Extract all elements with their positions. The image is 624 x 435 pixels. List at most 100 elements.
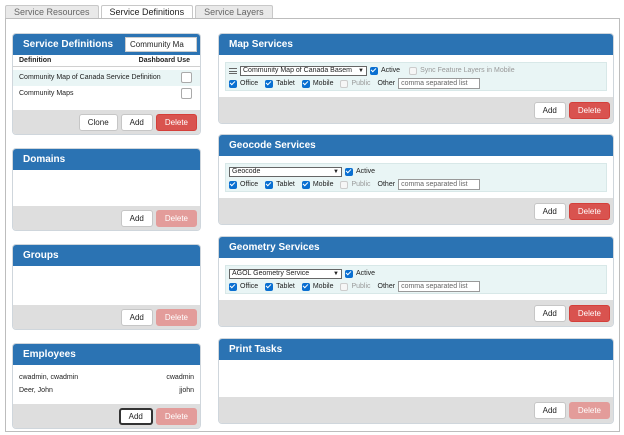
service-line-1: AGOL Geometry Service ▼ Active xyxy=(229,268,375,279)
active-checkbox[interactable] xyxy=(345,269,353,278)
panel-header: Map Services xyxy=(219,34,613,55)
tablet-checkbox[interactable] xyxy=(265,282,274,291)
list-item[interactable]: Deer, John jjohn xyxy=(13,384,200,397)
mobile-label: Mobile xyxy=(312,283,334,290)
geocode-services-panel: Geocode Services Geocode ▼ Active Office … xyxy=(218,134,614,225)
delete-button[interactable]: Delete xyxy=(155,113,197,131)
service-row: Geocode ▼ Active Office Tablet Mobile Pub… xyxy=(225,163,607,192)
domains-panel: Domains Add Delete xyxy=(12,148,201,231)
chevron-down-icon: ▼ xyxy=(358,67,364,74)
add-button[interactable]: Add xyxy=(118,407,153,425)
sync-checkbox[interactable] xyxy=(409,66,418,75)
definition-name: Community Maps xyxy=(19,90,74,97)
mobile-checkbox[interactable] xyxy=(301,282,310,291)
employee-user: jjohn xyxy=(179,387,194,394)
service-select-value: AGOL Geometry Service xyxy=(232,269,310,277)
public-label: Public xyxy=(351,181,371,188)
chevron-down-icon: ▼ xyxy=(333,270,339,277)
active-label: Active xyxy=(356,168,376,175)
other-label: Other xyxy=(377,283,396,290)
add-button[interactable]: Add xyxy=(533,304,566,322)
panel-footer: Add Delete xyxy=(13,305,200,329)
delete-button[interactable]: Delete xyxy=(568,304,610,322)
tab-bar: Service Resources Service Definitions Se… xyxy=(5,5,273,20)
panel-footer: Add Delete xyxy=(219,397,613,423)
add-button[interactable]: Add xyxy=(533,202,566,220)
other-input[interactable]: comma separated list xyxy=(398,78,481,89)
panel-footer: Clone Add Delete xyxy=(13,110,200,134)
panel-header: Print Tasks xyxy=(219,339,613,360)
delete-button[interactable]: Delete xyxy=(568,101,610,119)
add-button[interactable]: Add xyxy=(120,308,153,326)
print-tasks-panel: Print Tasks Add Delete xyxy=(218,338,614,424)
tablet-checkbox[interactable] xyxy=(265,79,274,88)
other-input[interactable]: comma separated list xyxy=(398,179,481,190)
panel-footer: Add Delete xyxy=(219,198,613,224)
panel-footer: Add Delete xyxy=(13,404,200,428)
delete-button[interactable]: Delete xyxy=(568,401,610,419)
mobile-checkbox[interactable] xyxy=(301,180,310,189)
add-button[interactable]: Add xyxy=(120,209,153,227)
tablet-label: Tablet xyxy=(276,181,295,188)
mobile-checkbox[interactable] xyxy=(301,79,310,88)
col-dashboard-use: Dashboard Use xyxy=(138,57,190,64)
definition-name: Community Map of Canada Service Definiti… xyxy=(19,74,161,81)
add-button[interactable]: Add xyxy=(533,401,566,419)
map-services-panel: Map Services Community Map of Canada Bas… xyxy=(218,33,614,124)
definition-search-input[interactable]: Community Ma xyxy=(125,37,197,52)
service-select[interactable]: Geocode ▼ xyxy=(229,166,342,177)
office-label: Office xyxy=(240,283,259,290)
other-label: Other xyxy=(377,181,396,188)
sync-label: Sync Feature Layers in Mobile xyxy=(420,67,515,74)
content-frame: Service Definitions Community Ma Definit… xyxy=(5,18,620,432)
dashboard-use-checkbox[interactable] xyxy=(181,88,192,99)
clone-button[interactable]: Clone xyxy=(78,113,118,131)
delete-button[interactable]: Delete xyxy=(568,202,610,220)
panel-footer: Add Delete xyxy=(219,97,613,123)
service-definitions-panel: Service Definitions Community Ma Definit… xyxy=(12,33,201,135)
active-checkbox[interactable] xyxy=(345,167,353,176)
delete-button[interactable]: Delete xyxy=(155,209,197,227)
active-checkbox[interactable] xyxy=(370,66,378,75)
office-label: Office xyxy=(240,80,259,87)
add-button[interactable]: Add xyxy=(120,113,153,131)
service-row: Community Map of Canada Basem ▼ Active Sy… xyxy=(225,62,607,91)
service-row: AGOL Geometry Service ▼ Active Office Tab… xyxy=(225,265,607,294)
tab-service-resources[interactable]: Service Resources xyxy=(5,5,99,19)
tablet-label: Tablet xyxy=(276,283,295,290)
delete-button[interactable]: Delete xyxy=(155,308,197,326)
tablet-checkbox[interactable] xyxy=(265,180,274,189)
active-label: Active xyxy=(381,67,401,74)
add-button[interactable]: Add xyxy=(533,101,566,119)
panel-footer: Add Delete xyxy=(219,300,613,326)
office-checkbox[interactable] xyxy=(229,282,237,291)
service-select[interactable]: AGOL Geometry Service ▼ xyxy=(229,268,342,279)
service-line-1: Geocode ▼ Active xyxy=(229,166,375,177)
employee-name: cwadmin, cwadmin xyxy=(19,374,79,381)
table-row[interactable]: Community Maps xyxy=(13,86,200,102)
other-input[interactable]: comma separated list xyxy=(398,281,481,292)
panel-header: Groups xyxy=(13,245,200,266)
panel-header: Domains xyxy=(13,149,200,170)
other-label: Other xyxy=(377,80,396,87)
public-checkbox[interactable] xyxy=(340,282,349,291)
delete-button[interactable]: Delete xyxy=(155,407,197,425)
panel-header: Geocode Services xyxy=(219,135,613,156)
dashboard-use-checkbox[interactable] xyxy=(181,72,192,83)
tab-service-layers[interactable]: Service Layers xyxy=(195,5,273,19)
service-line-2: Office Tablet Mobile Public Other comma … xyxy=(229,281,481,292)
panel-title: Service Definitions xyxy=(23,39,114,50)
service-select[interactable]: Community Map of Canada Basem ▼ xyxy=(240,65,367,76)
tablet-label: Tablet xyxy=(276,80,295,87)
office-checkbox[interactable] xyxy=(229,79,237,88)
table-row[interactable]: Community Map of Canada Service Definiti… xyxy=(13,70,200,86)
public-checkbox[interactable] xyxy=(340,79,349,88)
mobile-label: Mobile xyxy=(312,80,334,87)
panel-header: Geometry Services xyxy=(219,237,613,258)
office-checkbox[interactable] xyxy=(229,180,237,189)
drag-handle-icon[interactable] xyxy=(229,67,237,74)
list-item[interactable]: cwadmin, cwadmin cwadmin xyxy=(13,371,200,384)
public-checkbox[interactable] xyxy=(340,180,349,189)
service-line-1: Community Map of Canada Basem ▼ Active Sy… xyxy=(229,65,515,76)
public-label: Public xyxy=(351,283,371,290)
